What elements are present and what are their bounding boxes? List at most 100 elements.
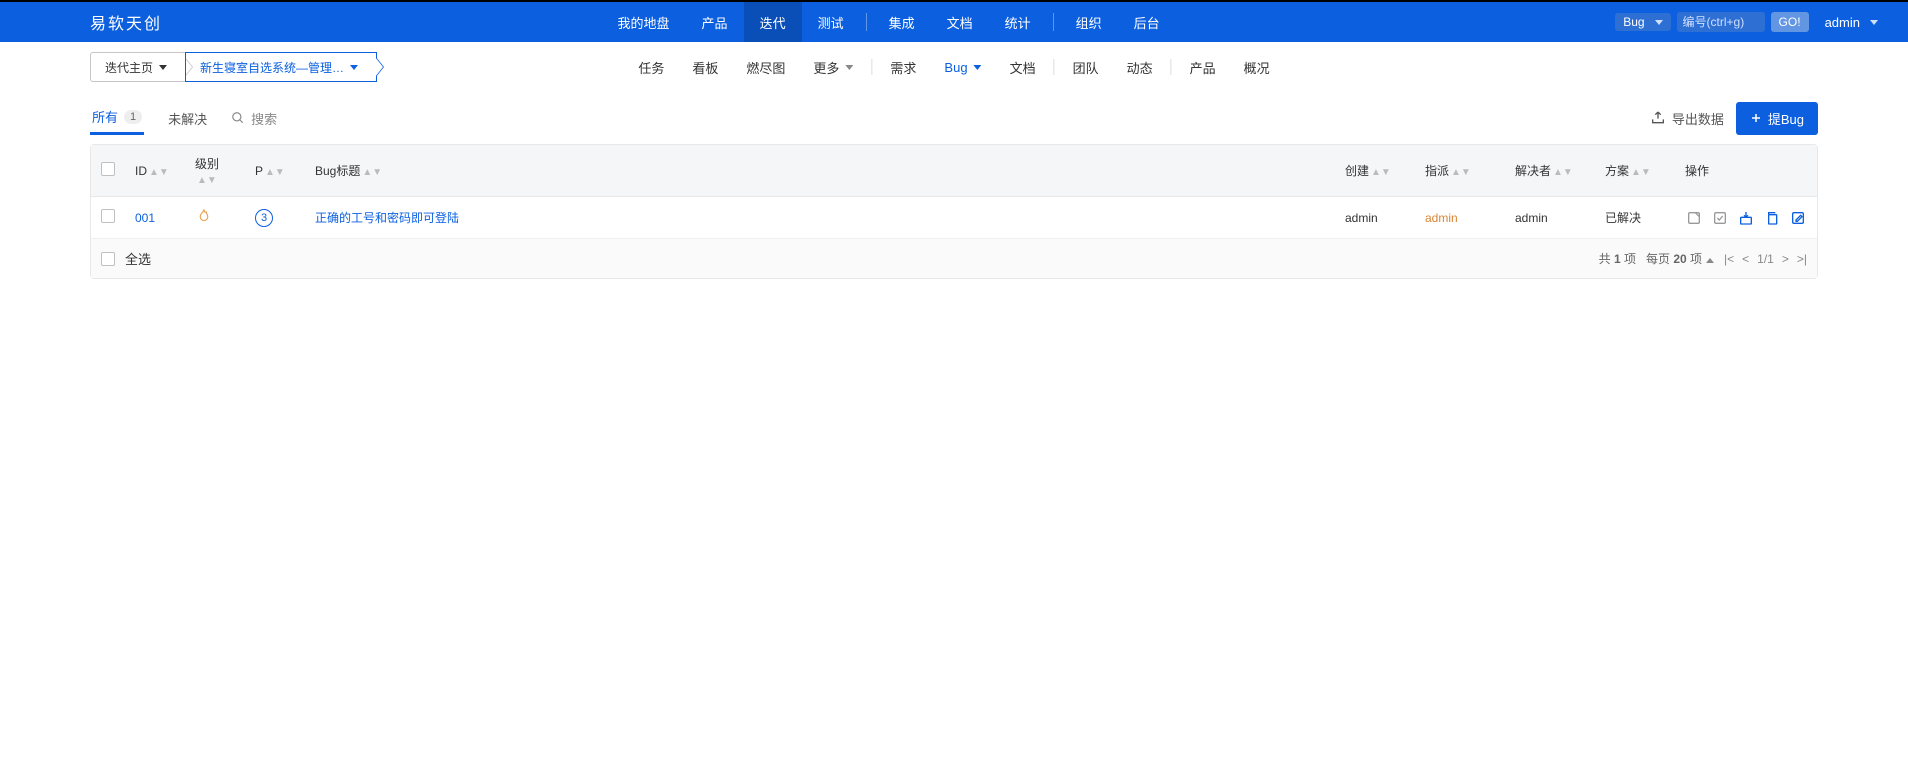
creator-cell: admin <box>1335 197 1415 239</box>
assignee-cell: admin <box>1425 211 1458 225</box>
close-action-icon[interactable] <box>1737 209 1755 227</box>
search-icon <box>231 111 245 125</box>
primary-nav: 我的地盘 产品 迭代 测试 集成 文档 统计 组织 后台 <box>602 2 1176 42</box>
sort-icon: ▲▼ <box>265 170 285 175</box>
chevron-down-icon <box>159 65 167 70</box>
table-row: 001 3 正确的工号和密码即可登陆 admin admin admin 已解决 <box>91 197 1817 239</box>
crumb-label: 迭代主页 <box>105 59 153 76</box>
filter-search[interactable]: 搜索 <box>231 109 277 128</box>
select-all-footer-checkbox[interactable] <box>101 252 115 266</box>
nav-test[interactable]: 测试 <box>802 2 860 42</box>
resolve-action-icon[interactable] <box>1711 209 1729 227</box>
nav-doc[interactable]: 文档 <box>931 2 989 42</box>
resolver-cell: admin <box>1505 197 1595 239</box>
col-id[interactable]: ID▲▼ <box>125 145 185 197</box>
select-all-header-checkbox[interactable] <box>101 162 115 176</box>
filter-tab-all[interactable]: 所有 1 <box>90 101 144 135</box>
search-type-label: Bug <box>1623 15 1644 29</box>
content-area: 所有 1 未解决 搜索 导出数据 提Bug ID▲▼ <box>0 98 1908 279</box>
sub-nav: 任务 看板 燃尽图 更多 需求 Bug 文档 团队 动态 产品 概况 <box>624 42 1283 92</box>
nav-separator <box>866 13 867 31</box>
nav-stats[interactable]: 统计 <box>989 2 1047 42</box>
subnav-req[interactable]: 需求 <box>876 42 930 92</box>
nav-separator <box>1053 13 1054 31</box>
export-icon <box>1650 110 1666 126</box>
export-label: 导出数据 <box>1672 109 1724 128</box>
select-all-label[interactable]: 全选 <box>125 249 151 268</box>
chevron-down-icon <box>974 65 982 70</box>
subnav-kanban[interactable]: 看板 <box>678 42 732 92</box>
col-priority[interactable]: P▲▼ <box>245 145 305 197</box>
chevron-down-icon <box>845 65 853 70</box>
subnav-more[interactable]: 更多 <box>799 42 867 92</box>
nav-integration[interactable]: 集成 <box>873 2 931 42</box>
breadcrumb: 迭代主页 新生寝室自选系统—管理… <box>90 52 377 82</box>
sort-icon: ▲▼ <box>1631 170 1651 175</box>
subnav-separator <box>871 59 872 75</box>
priority-badge: 3 <box>255 209 273 227</box>
sort-icon: ▲▼ <box>149 170 169 175</box>
pager-page-indicator: 1/1 <box>1757 252 1774 266</box>
col-assignee[interactable]: 指派▲▼ <box>1415 145 1505 197</box>
copy-action-icon[interactable] <box>1763 209 1781 227</box>
subnav-bug[interactable]: Bug <box>930 42 995 92</box>
edit-action-icon[interactable] <box>1789 209 1807 227</box>
crumb-iteration-home[interactable]: 迭代主页 <box>90 52 186 82</box>
table-footer: 全选 共 1 项 每页 20 项 |< < 1/1 > >| <box>101 249 1807 268</box>
pager-prev-icon[interactable]: < <box>1742 252 1749 266</box>
subnav-overview[interactable]: 概况 <box>1230 42 1284 92</box>
bug-title-link[interactable]: 正确的工号和密码即可登陆 <box>315 211 459 225</box>
plus-icon <box>1750 112 1762 124</box>
total-count: 共 1 项 <box>1599 250 1636 267</box>
crumb-project-select[interactable]: 新生寝室自选系统—管理… <box>185 52 377 82</box>
user-name: admin <box>1825 15 1860 30</box>
sort-icon: ▲▼ <box>1451 170 1471 175</box>
subnav-doc[interactable]: 文档 <box>996 42 1050 92</box>
global-search-go-button[interactable]: GO! <box>1771 12 1809 32</box>
pager-next-icon[interactable]: > <box>1782 252 1789 266</box>
nav-iteration[interactable]: 迭代 <box>744 2 802 42</box>
per-page-select[interactable]: 每页 20 项 <box>1646 250 1714 267</box>
pager-first-icon[interactable]: |< <box>1724 252 1734 266</box>
severity-flame-icon <box>195 214 213 228</box>
global-search-input[interactable] <box>1677 12 1765 32</box>
filter-count-badge: 1 <box>124 110 142 124</box>
add-bug-button[interactable]: 提Bug <box>1736 102 1818 135</box>
crumb-label: 新生寝室自选系统—管理… <box>200 59 344 76</box>
col-ops: 操作 <box>1675 145 1817 197</box>
subnav-task[interactable]: 任务 <box>624 42 678 92</box>
pager: |< < 1/1 > >| <box>1724 252 1807 266</box>
bug-id-link[interactable]: 001 <box>135 211 155 225</box>
filter-label: 未解决 <box>168 109 207 128</box>
user-menu[interactable]: admin <box>1815 15 1888 30</box>
filter-bar: 所有 1 未解决 搜索 导出数据 提Bug <box>90 98 1818 138</box>
subnav-activity[interactable]: 动态 <box>1113 42 1167 92</box>
search-type-select[interactable]: Bug <box>1615 13 1670 31</box>
nav-org[interactable]: 组织 <box>1060 2 1118 42</box>
row-checkbox[interactable] <box>101 209 115 223</box>
col-creator[interactable]: 创建▲▼ <box>1335 145 1415 197</box>
secondary-bar: 迭代主页 新生寝室自选系统—管理… 任务 看板 燃尽图 更多 需求 Bug 文档… <box>0 42 1908 92</box>
nav-product[interactable]: 产品 <box>686 2 744 42</box>
filter-tab-unresolved[interactable]: 未解决 <box>166 103 209 134</box>
col-resolver[interactable]: 解决者▲▼ <box>1505 145 1595 197</box>
pager-last-icon[interactable]: >| <box>1797 252 1807 266</box>
chevron-up-icon <box>1706 258 1714 263</box>
subnav-product[interactable]: 产品 <box>1176 42 1230 92</box>
nav-my-dashboard[interactable]: 我的地盘 <box>602 2 686 42</box>
confirm-action-icon[interactable] <box>1685 209 1703 227</box>
chevron-down-icon <box>1870 20 1878 25</box>
brand-title: 易软天创 <box>90 10 162 34</box>
chevron-down-icon <box>350 65 358 70</box>
bug-table: ID▲▼ 级别▲▼ P▲▼ Bug标题▲▼ 创建▲▼ 指派▲▼ 解决者▲▼ 方案… <box>90 144 1818 279</box>
sort-icon: ▲▼ <box>1553 170 1573 175</box>
subnav-team[interactable]: 团队 <box>1059 42 1113 92</box>
nav-admin[interactable]: 后台 <box>1118 2 1176 42</box>
col-plan[interactable]: 方案▲▼ <box>1595 145 1675 197</box>
col-severity[interactable]: 级别▲▼ <box>185 145 245 197</box>
subnav-burndown[interactable]: 燃尽图 <box>732 42 799 92</box>
export-data-link[interactable]: 导出数据 <box>1650 109 1724 128</box>
plan-cell: 已解决 <box>1595 197 1675 239</box>
sort-icon: ▲▼ <box>197 178 217 183</box>
col-title[interactable]: Bug标题▲▼ <box>305 145 1335 197</box>
